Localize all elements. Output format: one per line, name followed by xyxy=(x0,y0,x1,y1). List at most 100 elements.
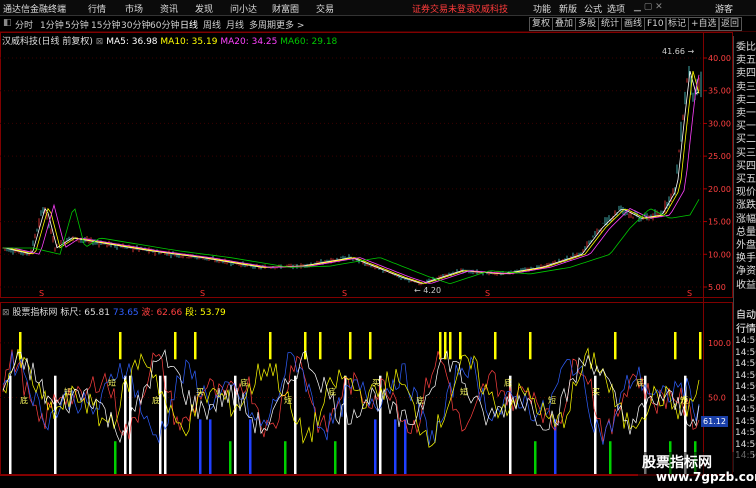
period-more[interactable]: 更多 > xyxy=(276,18,304,31)
sub-chart-frame xyxy=(0,302,733,475)
wave-label: 波: 62.66 xyxy=(141,308,183,318)
main-tick-label: 5.00 xyxy=(708,283,726,292)
period-monthly[interactable]: 月线 xyxy=(226,18,244,31)
tool-biaoji[interactable]: 标记 xyxy=(665,17,690,31)
menu-hangqing[interactable]: 行情 xyxy=(88,2,106,15)
signal-bar xyxy=(534,441,537,474)
panel-toggle-icon[interactable]: ◧ xyxy=(3,18,12,28)
signal-bar xyxy=(119,332,122,360)
ma10-label: MA10: 35.19 xyxy=(160,37,218,47)
signal-bar xyxy=(229,441,232,474)
watermark-line2: www.7gpzb.com xyxy=(656,470,756,484)
main-tick-label: 10.00 xyxy=(708,250,731,259)
period-30min[interactable]: 30分钟 xyxy=(121,18,150,31)
tool-diejia[interactable]: 叠加 xyxy=(552,17,577,31)
signal-marker: S xyxy=(200,289,205,298)
side-time: 14:50 xyxy=(735,416,756,427)
signal-bar xyxy=(9,375,12,474)
signal-label: 短 xyxy=(64,386,72,396)
signal-label: 短 xyxy=(548,395,556,405)
signal-bar xyxy=(334,441,337,474)
signal-bar xyxy=(174,332,177,360)
chart-area[interactable]: 40.0035.0030.0025.0020.0015.0010.005.00 … xyxy=(0,32,733,475)
signal-label: 底 xyxy=(20,395,28,405)
period-toolbar: ◧ 分时 1分钟 5分钟 15分钟 30分钟 60分钟 日线 周线 月线 多周期… xyxy=(0,16,756,32)
side-time: 14:50 xyxy=(735,393,756,404)
ma20-label: MA20: 34.25 xyxy=(220,37,278,47)
side-time: 14:50 xyxy=(735,347,756,358)
tool-add-favorite[interactable]: +自选 xyxy=(688,17,720,31)
period-5min[interactable]: 5分钟 xyxy=(65,18,89,31)
high-price-label: 41.66 → xyxy=(662,47,695,56)
tool-f10[interactable]: F10 xyxy=(644,17,667,31)
side-item[interactable]: 收益 xyxy=(736,276,756,291)
signal-bar xyxy=(304,332,307,360)
signal-bar xyxy=(374,419,377,474)
side-time: 14:50 xyxy=(735,405,756,415)
ma5-label: MA5: 36.98 xyxy=(106,37,158,47)
menu-wenxiaoda[interactable]: 问小达 xyxy=(230,2,257,15)
tool-back[interactable]: 返回 xyxy=(718,17,743,31)
menu-shichang[interactable]: 市场 xyxy=(125,2,143,15)
settings-icon[interactable]: ⊠ xyxy=(96,37,104,47)
signal-bar xyxy=(609,441,612,474)
signal-bar xyxy=(269,332,272,360)
sub-title: 股票指标网 xyxy=(12,308,58,318)
ma-line xyxy=(3,74,700,284)
signal-label: 底 xyxy=(240,378,248,388)
menu-caifuquan[interactable]: 财富圈 xyxy=(272,2,299,15)
period-daily[interactable]: 日线 xyxy=(180,18,198,31)
menu-zixun[interactable]: 资讯 xyxy=(160,2,178,15)
watermark-line1: 股票指标网 xyxy=(642,455,712,471)
menu-xuanxiang[interactable]: 选项 xyxy=(607,2,625,15)
user-label[interactable]: 游客 xyxy=(715,2,733,15)
signal-bar xyxy=(349,332,352,360)
tool-tongji[interactable]: 统计 xyxy=(598,17,623,31)
signal-bar xyxy=(249,419,252,474)
tool-huaxian[interactable]: 画线 xyxy=(621,17,646,31)
signal-label: 底 xyxy=(152,395,160,405)
signal-bar xyxy=(209,419,212,474)
sub-settings-icon[interactable]: ⊠ xyxy=(2,308,10,318)
period-1min[interactable]: 1分钟 xyxy=(40,18,64,31)
side-time: 14:50 xyxy=(735,336,756,346)
signal-marker: S xyxy=(39,289,44,298)
ruler-label: 标尺: 65.81 xyxy=(60,308,110,318)
side-sub-title[interactable]: 行情 xyxy=(736,320,756,335)
period-fenshi[interactable]: 分时 xyxy=(15,18,33,31)
signal-bar xyxy=(199,419,202,474)
side-time: 14:50 xyxy=(735,370,756,381)
segment-label: 段: 53.79 xyxy=(185,308,226,318)
sub-tick-label: 100.0 xyxy=(708,339,731,348)
bottom-bar xyxy=(0,475,733,488)
period-multi[interactable]: 多周期 xyxy=(249,18,276,31)
sub-chart-header: ⊠ 股票指标网 标尺: 65.81 73.65 波: 62.66 段: 53.7… xyxy=(2,305,226,318)
side-sub-title[interactable]: 自动 xyxy=(736,306,756,321)
signal-bar xyxy=(54,375,57,474)
main-grid xyxy=(0,57,703,288)
menu-jiaoyi[interactable]: 交易 xyxy=(316,2,334,15)
signal-label: 短 xyxy=(284,395,292,405)
main-tick-label: 30.00 xyxy=(708,119,731,128)
period-60min[interactable]: 60分钟 xyxy=(150,18,179,31)
period-weekly[interactable]: 周线 xyxy=(203,18,221,31)
signal-bar xyxy=(459,332,462,360)
side-panel: 委比 卖五 卖四 卖三 卖二 卖一 买一 买二 买三 买四 买五 现价 涨跌 涨幅 总量 外盘 换手 净资 收益 自动… xyxy=(733,36,756,472)
signal-bar xyxy=(494,332,497,360)
sub-series: 底短短底买底短底买底短底短买底短 xyxy=(2,332,702,474)
menu-xinban[interactable]: 新版 xyxy=(559,2,577,15)
signal-bar xyxy=(369,332,372,360)
signal-marker: S xyxy=(485,289,490,298)
login-alert[interactable]: 证券交易未登录 xyxy=(412,2,475,15)
signal-label: 买 xyxy=(372,379,380,388)
tool-duogu[interactable]: 多股 xyxy=(575,17,600,31)
signal-label: 短 xyxy=(108,378,116,388)
menu-faxian[interactable]: 发现 xyxy=(195,2,213,15)
ma60-label: MA60: 29.18 xyxy=(280,37,338,47)
menu-gongneng[interactable]: 功能 xyxy=(533,2,551,15)
tool-fuquan[interactable]: 复权 xyxy=(529,17,554,31)
menu-gongshi[interactable]: 公式 xyxy=(584,2,602,15)
period-15min[interactable]: 15分钟 xyxy=(91,18,120,31)
window-controls[interactable]: ▁ ▢ ✕ xyxy=(634,2,663,12)
side-time: 14:50 xyxy=(735,382,756,392)
